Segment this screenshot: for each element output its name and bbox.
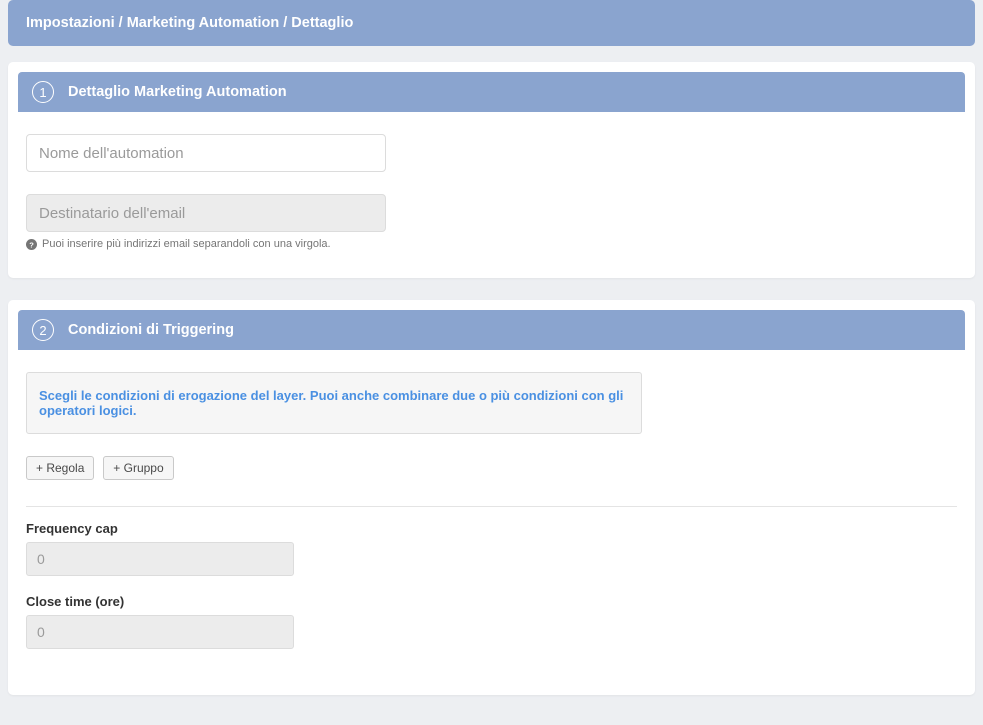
add-group-button[interactable]: + Gruppo (103, 456, 173, 480)
section-header-2: 2 Condizioni di Triggering (18, 310, 965, 350)
helper-text: ? Puoi inserire più indirizzi email sepa… (26, 238, 957, 250)
frequency-cap-label: Frequency cap (26, 521, 957, 536)
triggering-info-banner: Scegli le condizioni di erogazione del l… (26, 372, 642, 434)
step-number-1-icon: 1 (32, 81, 54, 103)
rule-buttons-row: + Regola + Gruppo (26, 456, 957, 480)
frequency-cap-input[interactable] (26, 542, 294, 576)
add-rule-button[interactable]: + Regola (26, 456, 94, 480)
section-title-1: Dettaglio Marketing Automation (68, 84, 287, 100)
divider (26, 506, 957, 507)
help-icon: ? (26, 239, 37, 250)
step-number-2-icon: 2 (32, 319, 54, 341)
close-time-input[interactable] (26, 615, 294, 649)
section-header-1: 1 Dettaglio Marketing Automation (18, 72, 965, 112)
section-dettaglio: 1 Dettaglio Marketing Automation ? Puoi … (8, 62, 975, 278)
automation-name-input[interactable] (26, 134, 386, 172)
svg-text:?: ? (29, 240, 34, 249)
close-time-label: Close time (ore) (26, 594, 957, 609)
email-recipient-input[interactable] (26, 194, 386, 232)
section-triggering: 2 Condizioni di Triggering Scegli le con… (8, 300, 975, 695)
helper-label: Puoi inserire più indirizzi email separa… (42, 238, 331, 250)
section-title-2: Condizioni di Triggering (68, 322, 234, 338)
breadcrumb: Impostazioni / Marketing Automation / De… (8, 0, 975, 46)
